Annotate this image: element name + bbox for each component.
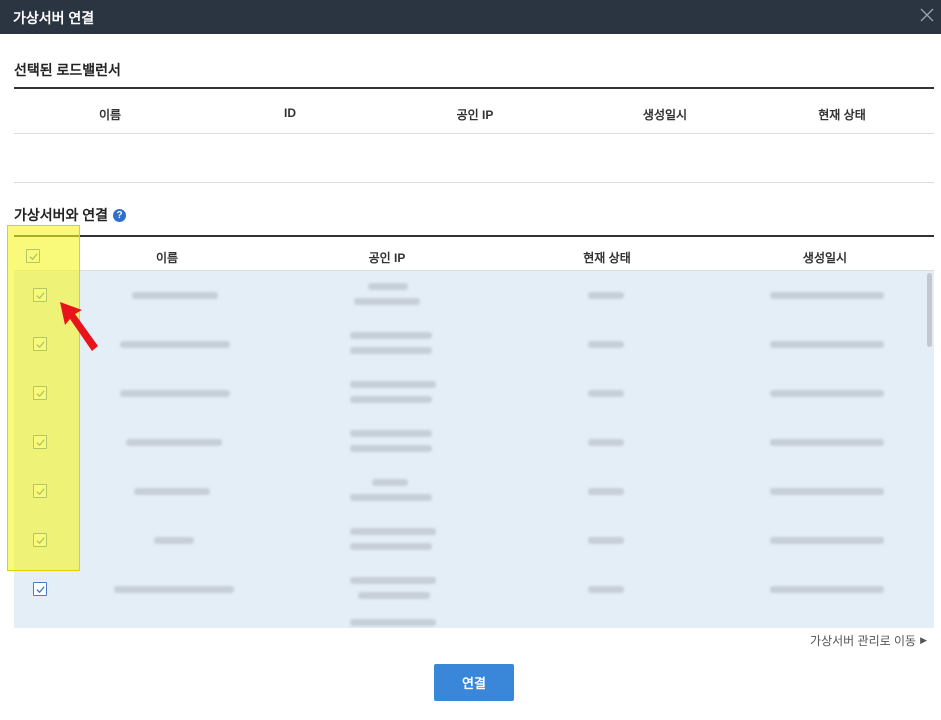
server-name-redacted — [120, 341, 230, 348]
public-ip-redacted — [350, 577, 436, 584]
dialog-title: 가상서버 연결 — [13, 10, 95, 26]
column-header-public-ip: 공인 IP — [456, 108, 494, 122]
status-redacted — [588, 488, 624, 495]
created-at-redacted — [770, 439, 884, 446]
table-row[interactable] — [14, 320, 920, 369]
public-ip-redacted — [368, 283, 408, 290]
help-circle-icon[interactable]: ? — [113, 208, 127, 222]
virtual-servers-title: 가상서버와 연결 — [14, 207, 109, 223]
public-ip-redacted — [350, 332, 432, 339]
server-name-redacted — [132, 292, 218, 299]
created-at-redacted — [770, 537, 884, 544]
created-at-redacted — [770, 341, 884, 348]
dialog-titlebar: 가상서버 연결 — [0, 0, 941, 34]
status-redacted — [588, 292, 624, 299]
public-ip-redacted — [350, 445, 432, 452]
selected-lb-table-header: 이름 ID 공인 IP 생성일시 현재 상태 — [14, 87, 934, 134]
status-redacted — [588, 586, 624, 593]
column-header-id: ID — [284, 106, 296, 120]
table-row[interactable] — [14, 418, 920, 467]
created-at-redacted — [770, 292, 884, 299]
public-ip-redacted — [354, 298, 420, 305]
public-ip-redacted — [350, 381, 436, 388]
server-name-redacted — [120, 390, 230, 397]
server-name-redacted — [134, 488, 210, 495]
created-at-redacted — [770, 586, 884, 593]
virtual-servers-table-body — [14, 271, 934, 628]
selected-lb-table-body — [14, 134, 934, 183]
public-ip-redacted — [350, 494, 432, 501]
server-name-redacted — [154, 537, 194, 544]
server-name-redacted — [114, 586, 234, 593]
close-icon[interactable] — [917, 5, 937, 25]
virtual-servers-table-header: 이름 공인 IP 현재 상태 생성일시 — [14, 235, 934, 271]
column-header-created-at: 생성일시 — [642, 108, 688, 122]
public-ip-redacted — [358, 592, 430, 599]
column-header-status: 현재 상태 — [583, 251, 631, 265]
column-header-name: 이름 — [98, 108, 122, 122]
status-redacted — [588, 439, 624, 446]
public-ip-redacted — [350, 396, 432, 403]
column-header-name: 이름 — [155, 251, 179, 265]
table-row[interactable] — [14, 565, 920, 614]
column-header-created-at: 생성일시 — [802, 251, 848, 265]
virtual-servers-title-wrap: 가상서버와 연결 ? — [14, 205, 127, 225]
public-ip-redacted — [350, 528, 436, 535]
public-ip-redacted — [350, 619, 436, 626]
table-row[interactable] — [14, 271, 920, 320]
selected-lb-title: 선택된 로드밸런서 — [14, 62, 121, 78]
public-ip-redacted — [350, 430, 432, 437]
table-scrollbar[interactable] — [925, 271, 934, 628]
manage-virtual-servers-link[interactable]: 가상서버 관리로 이동 ▶ — [810, 632, 927, 649]
scrollbar-thumb[interactable] — [927, 273, 932, 347]
status-redacted — [588, 537, 624, 544]
column-header-status: 현재 상태 — [818, 108, 866, 122]
column-header-public-ip: 공인 IP — [368, 251, 406, 265]
row-checkbox[interactable] — [33, 582, 47, 596]
annotation-highlight — [7, 225, 80, 571]
status-redacted — [588, 341, 624, 348]
table-row[interactable] — [14, 369, 920, 418]
public-ip-redacted — [350, 347, 432, 354]
caret-right-icon: ▶ — [920, 635, 927, 645]
manage-link-label: 가상서버 관리로 이동 — [810, 634, 917, 648]
table-row[interactable] — [14, 516, 920, 565]
table-row[interactable] — [14, 467, 920, 516]
server-name-redacted — [126, 439, 222, 446]
public-ip-redacted — [350, 543, 432, 550]
table-row[interactable] — [14, 614, 920, 628]
created-at-redacted — [770, 488, 884, 495]
connect-button[interactable]: 연결 — [434, 664, 514, 701]
annotation-arrow-icon — [60, 302, 98, 351]
public-ip-redacted — [372, 479, 408, 486]
created-at-redacted — [770, 390, 884, 397]
status-redacted — [588, 390, 624, 397]
